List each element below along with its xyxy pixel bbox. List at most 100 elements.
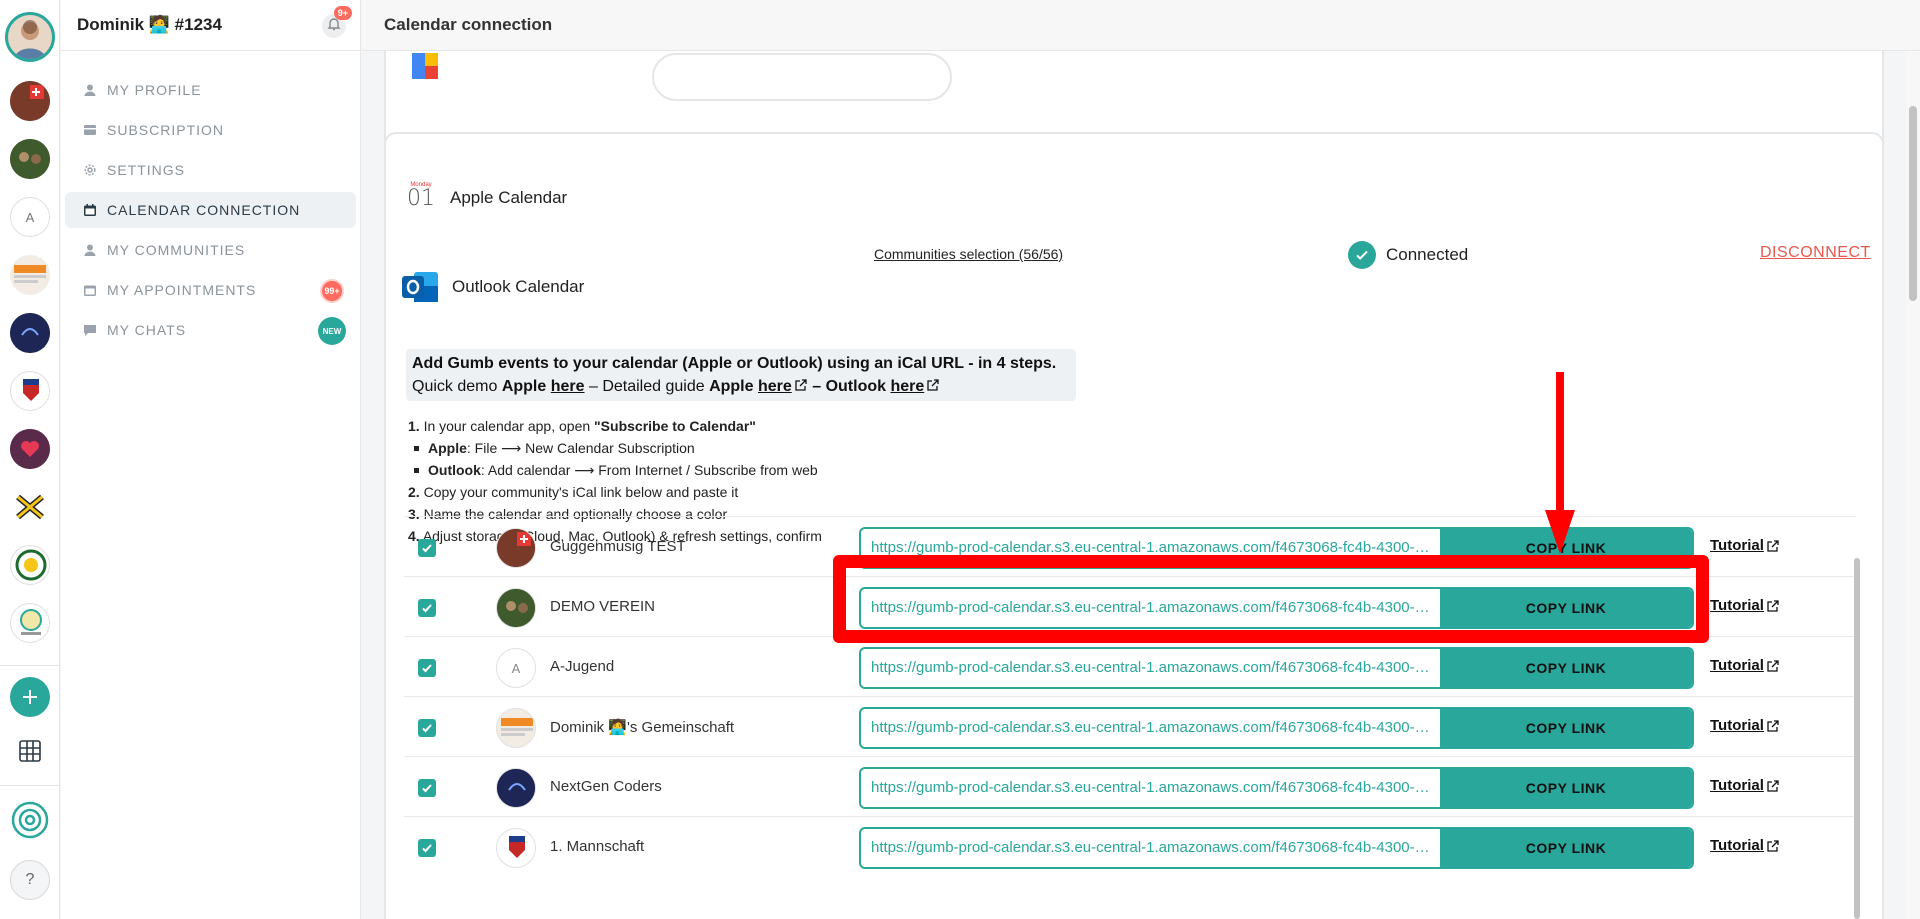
ical-url[interactable]: https://gumb-prod-calendar.s3.eu-central… (861, 649, 1440, 687)
row-checkbox[interactable] (418, 719, 436, 737)
ical-url-field[interactable]: https://gumb-prod-calendar.s3.eu-central… (859, 647, 1694, 689)
sidebar-item-subscription[interactable]: SUBSCRIPTION (65, 112, 356, 148)
ical-url-field[interactable]: https://gumb-prod-calendar.s3.eu-central… (859, 827, 1694, 869)
quick-demo-apple-link[interactable]: here (551, 378, 585, 395)
community-avatar-a-jugend[interactable]: A (10, 197, 50, 237)
external-link-icon (1766, 719, 1780, 733)
tutorial-link[interactable]: Tutorial (1710, 657, 1780, 674)
group-icon (83, 243, 97, 257)
community-avatar-guggenmusig[interactable] (10, 81, 50, 121)
detailed-guide-outlook-link[interactable]: here (890, 378, 924, 395)
step-2: 2. Copy your community's iCal link below… (408, 484, 739, 500)
check-icon (1348, 241, 1376, 269)
community-avatar-gemeinschaft[interactable] (10, 255, 50, 295)
community-avatar: A (496, 648, 536, 688)
external-link-icon (1766, 599, 1780, 613)
page-scrollbar-thumb[interactable] (1909, 106, 1917, 301)
community-avatar-nextgen[interactable] (10, 313, 50, 353)
sidebar-item-label: CALENDAR CONNECTION (107, 202, 301, 218)
tutorial-link[interactable]: Tutorial (1710, 717, 1780, 734)
page-header: Calendar connection (362, 0, 1920, 51)
google-sign-in-button[interactable] (652, 53, 952, 101)
main-content: Monday 01 Apple Calendar Communities sel… (362, 51, 1920, 919)
community-avatar-10[interactable] (10, 603, 50, 643)
outlook-calendar-row: Outlook Calendar (402, 268, 584, 306)
sidebar-item-my-appointments[interactable]: MY APPOINTMENTS 99+ (65, 272, 356, 308)
community-rail: A ? (0, 0, 60, 919)
ical-title: Add Gumb events to your calendar (Apple … (412, 355, 1057, 372)
person-icon (83, 83, 97, 97)
step-1: 1. In your calendar app, open "Subscribe… (408, 418, 756, 434)
community-avatar-my-heart[interactable] (10, 429, 50, 469)
highlight-box (833, 555, 1709, 643)
ical-url[interactable]: https://gumb-prod-calendar.s3.eu-central… (861, 769, 1440, 807)
page-title: Calendar connection (384, 15, 553, 34)
sidebar-nav: MY PROFILE SUBSCRIPTION SETTINGS CALENDA… (61, 51, 360, 348)
copy-link-button[interactable]: COPY LINK (1440, 649, 1692, 687)
target-icon[interactable] (10, 800, 50, 840)
sidebar-item-label: SUBSCRIPTION (107, 122, 225, 138)
community-avatar (496, 828, 536, 868)
community-avatar-demo-verein[interactable] (10, 139, 50, 179)
ical-url-field[interactable]: https://gumb-prod-calendar.s3.eu-central… (859, 707, 1694, 749)
grid-icon[interactable] (10, 731, 50, 771)
disconnect-button[interactable]: DISCONNECT (1760, 244, 1871, 262)
community-avatar-9[interactable] (10, 545, 50, 585)
connection-status: Connected (1348, 241, 1468, 269)
notification-badge: 9+ (333, 6, 352, 20)
copy-link-button[interactable]: COPY LINK (1440, 769, 1692, 807)
page-scrollbar[interactable] (1906, 51, 1920, 919)
ical-url[interactable]: https://gumb-prod-calendar.s3.eu-central… (861, 829, 1440, 867)
table-scrollbar[interactable] (1854, 558, 1860, 919)
copy-link-button[interactable]: COPY LINK (1440, 709, 1692, 747)
tutorial-link[interactable]: Tutorial (1710, 777, 1780, 794)
rail-divider (0, 665, 60, 666)
community-name: 1. Mannschaft (550, 838, 645, 855)
community-avatar-mannschaft[interactable] (10, 371, 50, 411)
communities-selection-link[interactable]: Communities selection (56/56) (874, 246, 1063, 262)
sidebar-item-label: MY PROFILE (107, 82, 202, 98)
external-link-icon (1766, 659, 1780, 673)
row-checkbox[interactable] (418, 779, 436, 797)
ical-links: Quick demo Apple here – Detailed guide A… (412, 375, 1070, 399)
tutorial-link[interactable]: Tutorial (1710, 537, 1780, 554)
status-label: Connected (1386, 245, 1469, 264)
outlook-calendar-name: Outlook Calendar (452, 277, 585, 296)
chat-icon (83, 323, 97, 337)
help-button[interactable]: ? (10, 860, 50, 900)
community-avatar-8[interactable] (10, 487, 50, 527)
add-community-button[interactable] (10, 677, 50, 717)
tutorial-link[interactable]: Tutorial (1710, 837, 1780, 854)
sidebar-item-calendar-connection[interactable]: CALENDAR CONNECTION (65, 192, 356, 228)
calendar-card: Monday 01 Apple Calendar Communities sel… (384, 132, 1884, 919)
ical-url[interactable]: https://gumb-prod-calendar.s3.eu-central… (861, 709, 1440, 747)
calendar-icon (83, 283, 97, 297)
ical-url-field[interactable]: https://gumb-prod-calendar.s3.eu-central… (859, 767, 1694, 809)
user-avatar[interactable] (5, 12, 55, 62)
sidebar-item-my-profile[interactable]: MY PROFILE (65, 72, 356, 108)
external-link-icon (1766, 839, 1780, 853)
notification-bell-button[interactable]: 9+ (322, 6, 352, 38)
calendar-icon (83, 203, 97, 217)
community-name: A-Jugend (550, 658, 615, 675)
external-link-icon (1766, 779, 1780, 793)
sidebar-item-my-chats[interactable]: MY CHATS NEW (65, 312, 356, 348)
user-name: Dominik 🧑‍💻 #1234 (77, 15, 222, 34)
down-arrow-icon (1545, 372, 1575, 554)
apple-calendar-row: Monday 01 Apple Calendar (406, 182, 567, 214)
sidebar-item-settings[interactable]: SETTINGS (65, 152, 356, 188)
copy-link-button[interactable]: COPY LINK (1440, 829, 1692, 867)
row-checkbox[interactable] (418, 539, 436, 557)
row-checkbox[interactable] (418, 659, 436, 677)
external-link-icon (1766, 539, 1780, 553)
ical-instructions-box: Add Gumb events to your calendar (Apple … (406, 349, 1076, 401)
sidebar-item-my-communities[interactable]: MY COMMUNITIES (65, 232, 356, 268)
community-avatar (496, 768, 536, 808)
table-row: A A-Jugend https://gumb-prod-calendar.s3… (404, 636, 1856, 696)
community-name: Dominik 🧑‍💻's Gemeinschaft (550, 719, 735, 736)
row-checkbox[interactable] (418, 599, 436, 617)
row-checkbox[interactable] (418, 839, 436, 857)
sidebar-item-label: MY APPOINTMENTS (107, 282, 257, 298)
tutorial-link[interactable]: Tutorial (1710, 597, 1780, 614)
detailed-guide-apple-link[interactable]: here (758, 378, 792, 395)
